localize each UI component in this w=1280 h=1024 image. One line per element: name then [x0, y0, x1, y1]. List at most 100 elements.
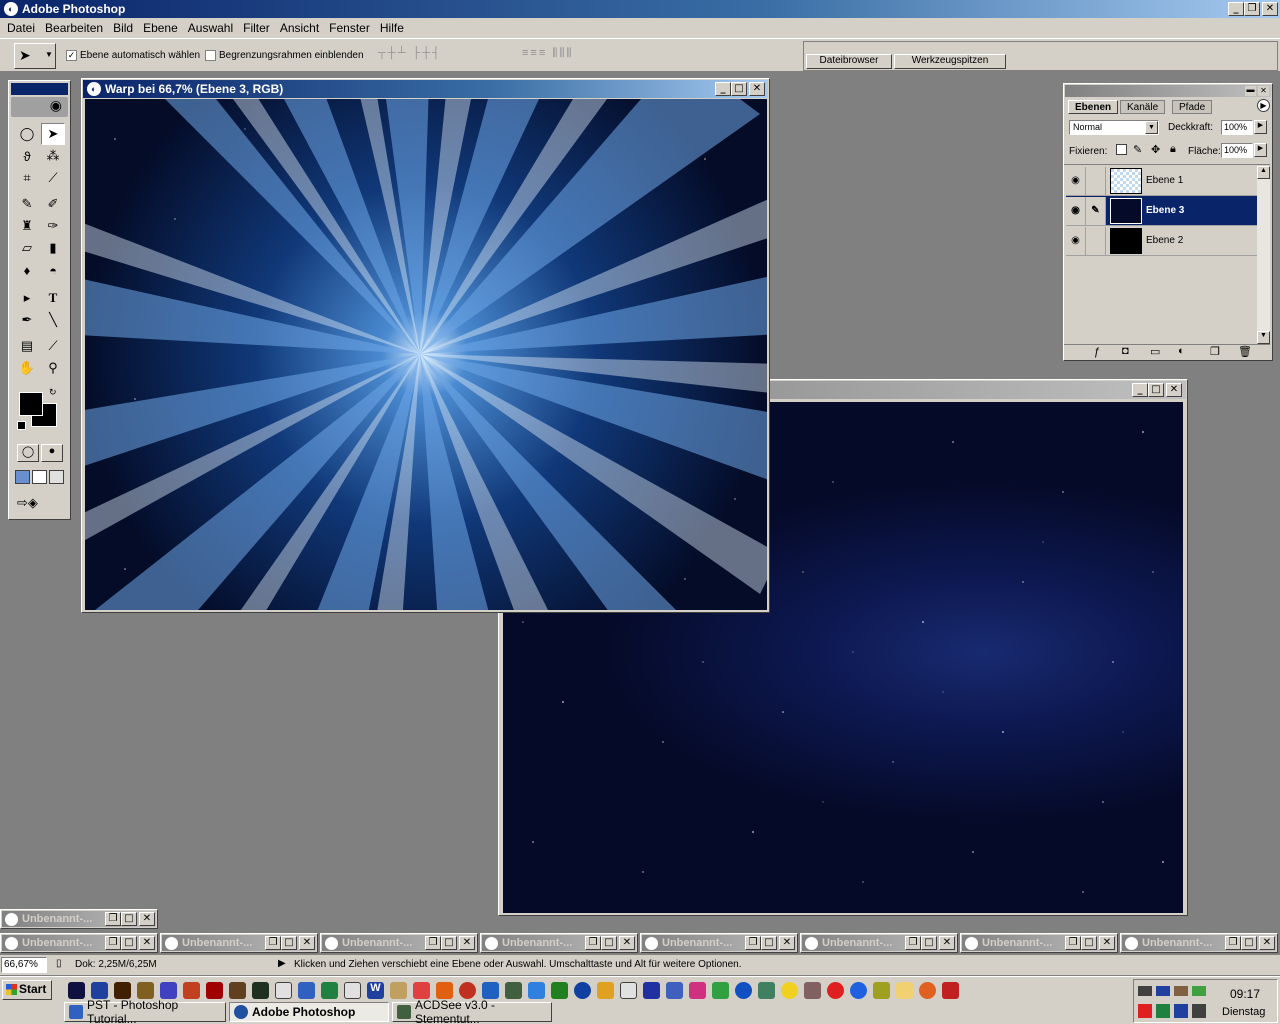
- palette-minimize-button[interactable]: ▬: [1245, 86, 1256, 96]
- tab-pfade[interactable]: Pfade: [1172, 100, 1213, 114]
- layer-row[interactable]: ◉ Ebene 2: [1066, 226, 1258, 256]
- quicklaunch-icon[interactable]: [551, 982, 568, 999]
- clock-day[interactable]: Dienstag: [1222, 1006, 1265, 1018]
- quicklaunch-icon[interactable]: [781, 982, 798, 999]
- crop-tool-icon[interactable]: ⌗: [15, 167, 39, 189]
- notes-tool-icon[interactable]: ▤: [15, 335, 39, 357]
- quicklaunch-icon[interactable]: [505, 982, 522, 999]
- zoom-field[interactable]: 66,67%: [1, 957, 47, 973]
- maximize-document-button[interactable]: □: [281, 936, 297, 950]
- layer-mask-icon[interactable]: ◘: [1122, 345, 1129, 357]
- close-document-button[interactable]: ✕: [939, 936, 955, 950]
- minimize-document-button[interactable]: _: [1132, 383, 1148, 397]
- quicklaunch-icon[interactable]: [137, 982, 154, 999]
- maximize-document-button[interactable]: □: [1081, 936, 1097, 950]
- minimized-document[interactable]: Unbenannt-... ❐ □ ✕: [960, 933, 1118, 953]
- close-app-button[interactable]: ✕: [1262, 2, 1278, 16]
- restore-document-button[interactable]: ❐: [1065, 936, 1081, 950]
- layer-style-icon[interactable]: ƒ: [1094, 346, 1100, 358]
- layers-scrollbar[interactable]: ▲ ▼: [1257, 166, 1270, 344]
- menu-bild[interactable]: Bild: [108, 21, 138, 35]
- menu-fenster[interactable]: Fenster: [324, 21, 375, 35]
- history-brush-tool-icon[interactable]: ✑: [41, 215, 65, 237]
- quicklaunch-icon[interactable]: [68, 982, 85, 999]
- menu-auswahl[interactable]: Auswahl: [183, 21, 238, 35]
- eye-icon[interactable]: ◉: [1066, 196, 1086, 225]
- quicklaunch-icon[interactable]: [827, 982, 844, 999]
- brush-tool-icon[interactable]: ✐: [41, 193, 65, 215]
- quicklaunch-icon[interactable]: [574, 982, 591, 999]
- layer-row[interactable]: ◉ Ebene 1: [1066, 166, 1258, 196]
- type-tool-icon[interactable]: T: [41, 287, 65, 309]
- eye-icon[interactable]: ◉: [1066, 226, 1086, 255]
- restore-document-button[interactable]: ❐: [1225, 936, 1241, 950]
- close-document-button[interactable]: ✕: [1166, 383, 1182, 397]
- restore-document-button[interactable]: ❐: [105, 936, 121, 950]
- quicklaunch-icon[interactable]: [298, 982, 315, 999]
- minimized-document[interactable]: Unbenannt-... ❐ □ ✕: [160, 933, 318, 953]
- quicklaunch-icon[interactable]: [206, 982, 223, 999]
- start-button[interactable]: Start: [2, 980, 52, 1000]
- tab-dateibrowser[interactable]: Dateibrowser: [806, 54, 892, 69]
- trash-icon[interactable]: 🗑︎: [1238, 345, 1252, 358]
- screen-mode-standard-icon[interactable]: [15, 470, 30, 484]
- tray-icon[interactable]: [1156, 986, 1170, 996]
- quicklaunch-icon[interactable]: [735, 982, 752, 999]
- quicklaunch-icon[interactable]: [252, 982, 269, 999]
- restore-app-button[interactable]: ❐: [1244, 2, 1260, 16]
- maximize-document-button[interactable]: □: [1241, 936, 1257, 950]
- layer-link-cell[interactable]: [1086, 166, 1106, 195]
- quicklaunch-icon[interactable]: [482, 982, 499, 999]
- quicklaunch-icon[interactable]: [459, 982, 476, 999]
- screen-mode-full-menu-icon[interactable]: [32, 470, 47, 484]
- close-document-button[interactable]: ✕: [1259, 936, 1275, 950]
- dodge-tool-icon[interactable]: ♦: [15, 259, 39, 281]
- quicklaunch-icon[interactable]: [436, 982, 453, 999]
- maximize-document-button[interactable]: □: [121, 912, 137, 926]
- restore-document-button[interactable]: ❐: [745, 936, 761, 950]
- quicklaunch-icon[interactable]: [712, 982, 729, 999]
- screen-mode-full-icon[interactable]: [49, 470, 64, 484]
- quicklaunch-icon[interactable]: [666, 982, 683, 999]
- new-set-icon[interactable]: ▭: [1150, 345, 1160, 358]
- blend-mode-select[interactable]: Normal ▼: [1069, 120, 1159, 135]
- status-menu-icon[interactable]: ▶: [278, 958, 286, 969]
- tab-werkzeugspitzen[interactable]: Werkzeugspitzen: [894, 54, 1006, 69]
- quicklaunch-icon[interactable]: [275, 982, 292, 999]
- photoshop-app-icon[interactable]: ◐: [4, 2, 18, 16]
- close-warp-button[interactable]: ✕: [749, 82, 765, 96]
- quicklaunch-icon[interactable]: [620, 982, 637, 999]
- menu-ansicht[interactable]: Ansicht: [275, 21, 324, 35]
- gradient-tool-icon[interactable]: ▮: [41, 237, 65, 259]
- new-layer-icon[interactable]: ❐: [1210, 345, 1220, 358]
- quicklaunch-icon[interactable]: [91, 982, 108, 999]
- healing-brush-tool-icon[interactable]: ✎: [15, 193, 39, 215]
- quicklaunch-icon[interactable]: [942, 982, 959, 999]
- restore-document-button[interactable]: ❐: [905, 936, 921, 950]
- quicklaunch-icon[interactable]: [183, 982, 200, 999]
- menu-ebene[interactable]: Ebene: [138, 21, 183, 35]
- quicklaunch-icon[interactable]: [160, 982, 177, 999]
- opacity-slider-button[interactable]: ▶: [1254, 120, 1267, 134]
- maximize-warp-button[interactable]: □: [731, 82, 747, 96]
- tray-icon[interactable]: [1138, 1004, 1152, 1018]
- minimized-document[interactable]: Unbenannt-... ❐ □ ✕: [480, 933, 638, 953]
- maximize-document-button[interactable]: □: [441, 936, 457, 950]
- close-document-button[interactable]: ✕: [299, 936, 315, 950]
- slice-tool-icon[interactable]: ⟋: [41, 167, 65, 189]
- standard-mode-button[interactable]: ◯: [17, 444, 39, 462]
- task-button[interactable]: ACDSee v3.0 - Stementut...: [392, 998, 552, 1024]
- eraser-tool-icon[interactable]: ▱: [15, 237, 39, 259]
- line-tool-icon[interactable]: ╲: [41, 309, 65, 331]
- opacity-input[interactable]: 100%: [1221, 120, 1253, 135]
- close-document-button[interactable]: ✕: [1099, 936, 1115, 950]
- quicklaunch-icon[interactable]: [804, 982, 821, 999]
- auto-select-option[interactable]: ✓ Ebene automatisch wählen: [66, 49, 200, 61]
- lock-pixels-icon[interactable]: ✎: [1133, 143, 1142, 156]
- menu-filter[interactable]: Filter: [238, 21, 275, 35]
- menu-datei[interactable]: Datei: [2, 21, 40, 35]
- lock-transparency-icon[interactable]: [1116, 144, 1127, 155]
- task-button[interactable]: PST - Photoshop Tutorial...: [64, 998, 226, 1024]
- eyedropper-tool-icon[interactable]: ⟋: [41, 335, 65, 357]
- quicklaunch-icon[interactable]: [597, 982, 614, 999]
